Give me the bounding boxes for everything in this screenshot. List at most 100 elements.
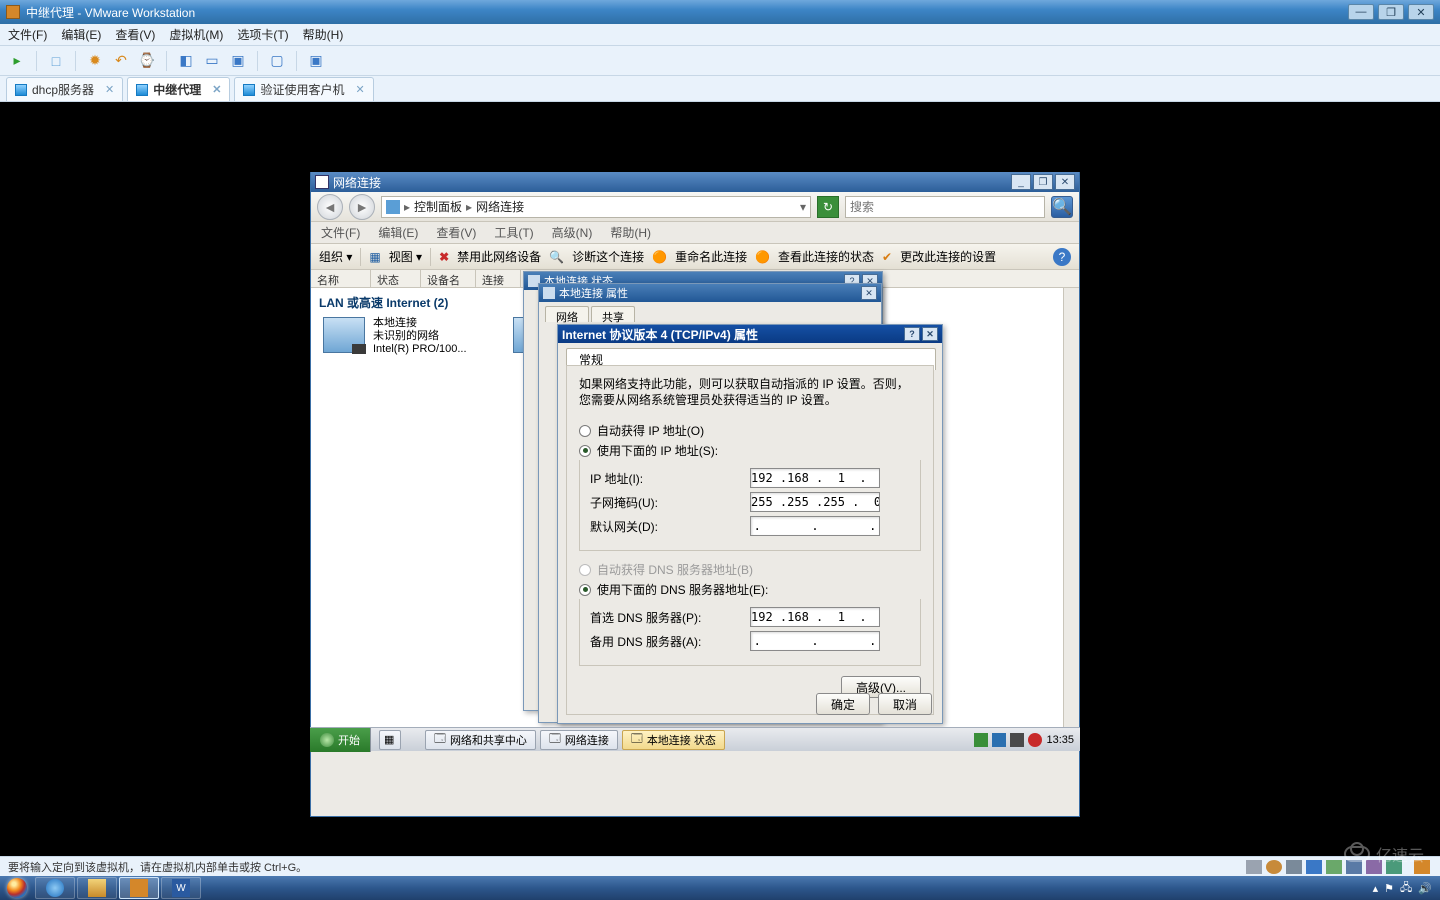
dialog-titlebar[interactable]: Internet 协议版本 4 (TCP/IPv4) 属性 ? ✕ [558, 325, 942, 343]
col-status[interactable]: 状态 [371, 270, 421, 287]
close-tab-icon[interactable]: ✕ [105, 83, 114, 96]
tray-network-icon[interactable] [992, 733, 1006, 747]
snapshot-icon[interactable]: □ [45, 50, 67, 72]
menu-vm[interactable]: 虚拟机(M) [169, 26, 223, 43]
radio-manual-dns[interactable]: 使用下面的 DNS 服务器地址(E): [579, 581, 921, 598]
tray-chevron-icon[interactable]: ▴ [1373, 882, 1379, 895]
clock[interactable]: 13:35 [1046, 734, 1074, 746]
address-bar[interactable]: ▸ 控制面板 ▸ 网络连接 ▾ [381, 196, 811, 218]
view-status-button[interactable]: 查看此连接的状态 [778, 248, 874, 265]
snapshot-take-icon[interactable]: ✹ [84, 50, 106, 72]
tray-alert-icon[interactable] [1028, 733, 1042, 747]
usb-icon[interactable] [1326, 860, 1342, 874]
views-button[interactable]: 视图 ▾ [389, 248, 422, 265]
snapshot-revert-icon[interactable]: ↶ [110, 50, 132, 72]
view-multi-icon[interactable]: ▭ [201, 50, 223, 72]
ok-button[interactable]: 确定 [816, 693, 870, 715]
unity-icon[interactable]: ▢ [266, 50, 288, 72]
close-button[interactable]: ✕ [1055, 174, 1075, 190]
tray-sound-icon[interactable]: 🔊 [1418, 882, 1432, 895]
tab-dhcp-server[interactable]: dhcp服务器 ✕ [6, 77, 123, 101]
cancel-button[interactable]: 取消 [878, 693, 932, 715]
view-console-icon[interactable]: ▣ [227, 50, 249, 72]
menu-file[interactable]: 文件(F) [8, 26, 47, 43]
power-on-icon[interactable]: ▸ [6, 50, 28, 72]
disable-device-button[interactable]: 禁用此网络设备 [457, 248, 541, 265]
tray-sound-icon[interactable] [1010, 733, 1024, 747]
host-app-word[interactable]: W [161, 877, 201, 899]
preferred-dns-input[interactable] [750, 607, 880, 627]
help-icon[interactable]: ? [1053, 248, 1071, 266]
radio-manual-ip[interactable]: 使用下面的 IP 地址(S): [579, 442, 921, 459]
organize-button[interactable]: 组织 ▾ [319, 248, 352, 265]
menu-view[interactable]: 查看(V) [436, 224, 476, 241]
close-button[interactable]: ✕ [1408, 4, 1434, 20]
taskbar-item-sharing-center[interactable]: 🗔 网络和共享中心 [425, 730, 536, 750]
start-button[interactable]: 开始 [310, 728, 371, 752]
tray-flag-icon[interactable]: ⚑ [1384, 882, 1394, 895]
dialog-titlebar[interactable]: 本地连接 属性 ✕ [539, 284, 881, 302]
radio-auto-ip[interactable]: 自动获得 IP 地址(O) [579, 422, 921, 439]
host-app-explorer[interactable] [77, 877, 117, 899]
menu-advanced[interactable]: 高级(N) [552, 224, 593, 241]
connection-item-local[interactable]: 本地连接 未识别的网络 Intel(R) PRO/100... [319, 313, 499, 360]
menu-edit[interactable]: 编辑(E) [378, 224, 418, 241]
disable-icon: ✖ [439, 250, 449, 264]
tab-network[interactable]: 网络 [545, 306, 589, 322]
taskbar-item-local-connection-status[interactable]: 🗔 本地连接 状态 [622, 730, 725, 750]
help-button[interactable]: ? [904, 327, 920, 341]
cd-icon[interactable] [1266, 860, 1282, 874]
menu-tools[interactable]: 工具(T) [494, 224, 533, 241]
minimize-button[interactable]: _ [1011, 174, 1031, 190]
gateway-input[interactable] [750, 516, 880, 536]
refresh-button[interactable]: ↻ [817, 196, 839, 218]
col-name[interactable]: 名称 [311, 270, 371, 287]
tab-verify-client[interactable]: 验证使用客户机 ✕ [234, 77, 373, 101]
menu-file[interactable]: 文件(F) [321, 224, 360, 241]
col-conn[interactable]: 连接 [476, 270, 521, 287]
minimize-button[interactable]: — [1348, 4, 1374, 20]
back-button[interactable]: ◄ [317, 194, 343, 220]
change-settings-button[interactable]: 更改此连接的设置 [900, 248, 996, 265]
explorer-titlebar[interactable]: 网络连接 _ ❐ ✕ [311, 172, 1079, 192]
close-button[interactable]: ✕ [922, 327, 938, 341]
vm-display-area[interactable]: 网络连接 _ ❐ ✕ ◄ ► ▸ 控制面板 ▸ 网络连接 ▾ ↻ 🔍 文件(F) [0, 102, 1440, 854]
ip-address-input[interactable] [750, 468, 880, 488]
host-start-button[interactable] [0, 876, 34, 900]
taskbar-item-network-connections[interactable]: 🗔 网络连接 [540, 730, 618, 750]
forward-button[interactable]: ► [349, 194, 375, 220]
tab-sharing[interactable]: 共享 [591, 306, 635, 322]
search-button[interactable]: 🔍 [1051, 196, 1073, 218]
menu-help[interactable]: 帮助(H) [303, 26, 344, 43]
fullscreen-icon[interactable]: ▣ [305, 50, 327, 72]
alternate-dns-input[interactable] [750, 631, 880, 651]
menu-edit[interactable]: 编辑(E) [61, 26, 101, 43]
restore-button[interactable]: ❐ [1033, 174, 1053, 190]
close-tab-icon[interactable]: ✕ [212, 83, 221, 96]
close-tab-icon[interactable]: ✕ [356, 83, 365, 96]
close-button[interactable]: ✕ [861, 286, 877, 300]
tray-network-icon[interactable]: 🖧 [1400, 879, 1412, 898]
maximize-button[interactable]: ❐ [1378, 4, 1404, 20]
vertical-scrollbar[interactable] [1063, 288, 1079, 728]
floppy-icon[interactable] [1286, 860, 1302, 874]
diagnose-button[interactable]: 诊断这个连接 [572, 248, 644, 265]
subnet-mask-input[interactable] [750, 492, 880, 512]
menu-view[interactable]: 查看(V) [115, 26, 155, 43]
network-icon[interactable] [1306, 860, 1322, 874]
search-input[interactable] [845, 196, 1045, 218]
hdd-icon[interactable] [1246, 860, 1262, 874]
host-app-ie[interactable] [35, 877, 75, 899]
host-app-vmware[interactable] [119, 877, 159, 899]
menu-help[interactable]: 帮助(H) [610, 224, 651, 241]
view-single-icon[interactable]: ◧ [175, 50, 197, 72]
rename-button[interactable]: 重命名此连接 [675, 248, 747, 265]
snapshot-manager-icon[interactable]: ⌚ [136, 50, 158, 72]
breadcrumb-network-connections[interactable]: 网络连接 [476, 198, 524, 215]
tray-icon[interactable] [974, 733, 988, 747]
menu-tabs[interactable]: 选项卡(T) [237, 26, 288, 43]
col-device[interactable]: 设备名 [421, 270, 476, 287]
tab-relay-agent[interactable]: 中继代理 ✕ [127, 77, 230, 101]
breadcrumb-control-panel[interactable]: 控制面板 [414, 198, 462, 215]
quick-launch-icon[interactable]: ▦ [379, 730, 401, 750]
